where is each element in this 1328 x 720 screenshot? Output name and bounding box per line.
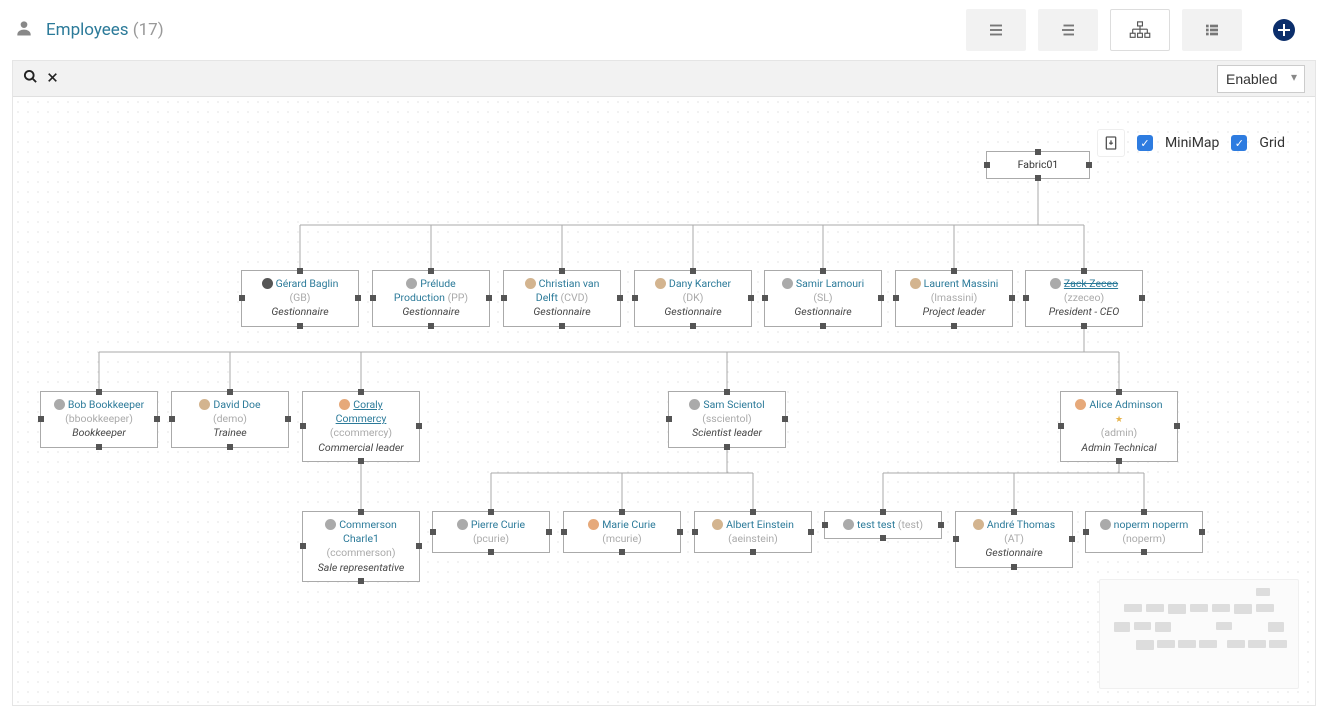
- avatar-icon: [457, 519, 468, 530]
- minimap-checkbox[interactable]: ✓: [1137, 135, 1153, 151]
- view-hierarchy-button[interactable]: [1110, 9, 1170, 51]
- node-l1-3[interactable]: Dany Karcher (DK) Gestionnaire: [634, 270, 752, 327]
- node-label: Fabric01: [1018, 158, 1059, 171]
- avatar-icon: [973, 519, 984, 530]
- grid-checkbox[interactable]: ✓: [1231, 135, 1247, 151]
- add-button[interactable]: [1254, 9, 1314, 51]
- avatar-icon: [406, 278, 417, 289]
- search-icon[interactable]: [23, 69, 38, 88]
- node-l3-1[interactable]: Pierre Curie (pcurie): [432, 511, 550, 553]
- page-header: Employees (17): [0, 0, 1328, 60]
- avatar-icon: [525, 278, 536, 289]
- grid-label: Grid: [1259, 135, 1285, 151]
- node-l2-3[interactable]: Sam Scientol (sscientol) Scientist leade…: [668, 391, 786, 448]
- minimap-label: MiniMap: [1165, 135, 1219, 151]
- avatar-icon: [843, 519, 854, 530]
- avatar-icon: [689, 399, 700, 410]
- node-l3-6[interactable]: noperm noperm (noperm): [1085, 511, 1203, 553]
- employees-count: (17): [133, 20, 164, 40]
- content-panel: Enabled ✓ MiniMap ✓ Grid: [12, 60, 1316, 706]
- avatar-icon: [262, 278, 273, 289]
- node-l1-0[interactable]: Gérard Baglin (GB) Gestionnaire: [241, 270, 359, 327]
- node-l1-5[interactable]: Laurent Massini (lmassini) Project leade…: [895, 270, 1013, 327]
- node-l1-4[interactable]: Samir Lamouri (SL) Gestionnaire: [764, 270, 882, 327]
- view-list-button[interactable]: [966, 9, 1026, 51]
- node-root[interactable]: Fabric01: [986, 151, 1090, 179]
- close-icon[interactable]: [46, 69, 59, 88]
- title-area: Employees (17): [14, 18, 164, 42]
- avatar-icon: [910, 278, 921, 289]
- node-l2-2[interactable]: Coraly Commercy (ccommercy) Commercial l…: [302, 391, 420, 462]
- node-l3-2[interactable]: Marie Curie (mcurie): [563, 511, 681, 553]
- status-select[interactable]: Enabled: [1217, 65, 1305, 93]
- avatar-icon: [1050, 278, 1061, 289]
- avatar-icon: [1100, 519, 1111, 530]
- node-l1-1[interactable]: Prélude Production (PP) Gestionnaire: [372, 270, 490, 327]
- minimap[interactable]: [1099, 579, 1299, 689]
- avatar-icon: [339, 399, 350, 410]
- avatar-icon: [199, 399, 210, 410]
- employees-link[interactable]: Employees: [46, 20, 129, 40]
- export-button[interactable]: [1097, 129, 1125, 157]
- node-l2-0[interactable]: Bob Bookkeeper (bbookkeeper) Bookkeeper: [40, 391, 158, 448]
- node-l2-1[interactable]: David Doe (demo) Trainee: [171, 391, 289, 448]
- org-chart-canvas[interactable]: ✓ MiniMap ✓ Grid: [13, 97, 1315, 705]
- avatar-icon: [54, 399, 65, 410]
- person-icon: [14, 18, 34, 42]
- canvas-controls: ✓ MiniMap ✓ Grid: [1097, 129, 1285, 157]
- node-l3-0[interactable]: Commerson Charle1 (ccommerson) Sale repr…: [302, 511, 420, 582]
- node-l2-4[interactable]: Alice Adminson ★ (admin) Admin Technical: [1060, 391, 1178, 462]
- view-switcher: [966, 9, 1314, 51]
- node-l3-4[interactable]: test test (test): [824, 511, 942, 539]
- node-l3-3[interactable]: Albert Einstein (aeinstein): [694, 511, 812, 553]
- node-l1-2[interactable]: Christian van Delft (CVD) Gestionnaire: [503, 270, 621, 327]
- avatar-icon: [782, 278, 793, 289]
- avatar-icon: [325, 519, 336, 530]
- view-table-button[interactable]: [1182, 9, 1242, 51]
- avatar-icon: [588, 519, 599, 530]
- node-l1-6[interactable]: Zack Zeceo (zzeceo) President - CEO: [1025, 270, 1143, 327]
- avatar-icon: [655, 278, 666, 289]
- avatar-icon: [712, 519, 723, 530]
- page-title: Employees (17): [46, 20, 164, 40]
- avatar-icon: [1075, 399, 1086, 410]
- node-l3-5[interactable]: André Thomas (AT) Gestionnaire: [955, 511, 1073, 568]
- star-icon: ★: [1115, 415, 1123, 425]
- view-list-indent-button[interactable]: [1038, 9, 1098, 51]
- canvas-toolbar: Enabled: [13, 61, 1315, 97]
- status-select-wrap: Enabled: [1217, 65, 1305, 93]
